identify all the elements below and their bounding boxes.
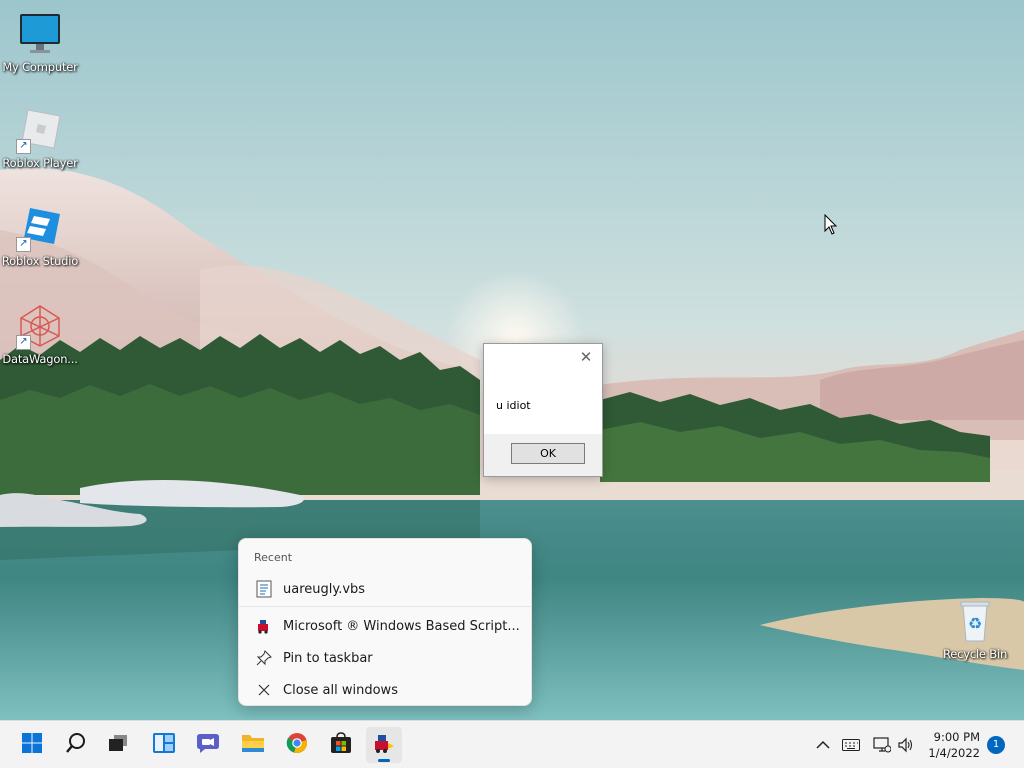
shortcut-arrow-icon: ↗ [16,335,31,350]
jump-list-item-label: Microsoft ® Windows Based Script... [283,618,520,634]
desktop-icon-my-computer[interactable]: My Computer [0,10,80,74]
file-explorer-icon [241,732,265,758]
jump-list-item-pin[interactable]: Pin to taskbar [243,643,527,673]
svg-text:♻: ♻ [968,614,982,633]
desktop-icon-label: Roblox Studio [1,254,79,268]
jump-list-item-label: Pin to taskbar [283,650,373,666]
jump-list-heading: Recent [254,551,293,564]
notification-badge[interactable]: 1 [987,736,1005,754]
desktop-icon-label: Recycle Bin [942,647,1008,661]
close-icon[interactable]: ✕ [578,349,594,365]
clock-time: 9:00 PM [933,730,980,744]
file-explorer-button[interactable] [235,727,271,763]
chrome-button[interactable] [279,727,315,763]
mouse-cursor-icon [824,213,838,240]
chrome-icon [286,732,308,758]
search-icon [65,732,87,758]
pin-icon [255,649,273,667]
network-icon[interactable] [872,735,892,755]
jump-list-item-close-all[interactable]: Close all windows [243,675,527,705]
jump-list-item-app[interactable]: Microsoft ® Windows Based Script... [243,611,527,641]
task-view-button[interactable] [100,727,136,763]
chat-button[interactable] [190,727,226,763]
keyboard-icon[interactable] [841,735,861,755]
datawagon-icon: ↗ [16,302,64,350]
roblox-studio-icon: ↗ [16,204,64,252]
jump-list-item-label: uareugly.vbs [283,581,366,597]
wscript-app-icon [255,617,273,635]
desktop-icon-roblox-player[interactable]: ↗ Roblox Player [0,106,80,170]
wscript-app-icon [372,731,396,759]
widgets-button[interactable] [146,727,182,763]
widgets-icon [152,732,176,758]
running-indicator [378,759,390,762]
desktop-icon-label: My Computer [2,60,78,74]
roblox-player-icon: ↗ [16,106,64,154]
desktop-icon-recycle-bin[interactable]: ♻ Recycle Bin [935,597,1015,661]
store-icon [330,732,352,758]
desktop-icon-datawagon[interactable]: ↗ DataWagon... [0,302,80,366]
volume-icon[interactable] [896,735,916,755]
dialog-footer: OK [484,434,602,476]
taskbar-jump-list: Recent uareugly.vbs Microsoft ® Windows … [238,538,532,706]
message-dialog: ✕ u idiot OK [483,343,603,477]
wscript-taskbar-button[interactable] [366,727,402,763]
start-button[interactable] [14,727,50,763]
close-icon [255,681,273,699]
jump-list-item-label: Close all windows [283,682,398,698]
jump-list-item-recent-file[interactable]: uareugly.vbs [243,574,527,604]
ok-button[interactable]: OK [511,443,585,464]
dialog-message: u idiot [496,399,531,412]
search-button[interactable] [58,727,94,763]
shortcut-arrow-icon: ↗ [16,237,31,252]
monitor-icon [16,10,64,58]
script-file-icon [255,580,273,598]
recycle-bin-icon: ♻ [951,597,999,645]
desktop-icon-label: DataWagon... [2,352,78,366]
chat-icon [196,732,220,758]
taskbar: 9:00 PM 1/4/2022 1 [0,720,1024,768]
shortcut-arrow-icon: ↗ [16,139,31,154]
desktop-icon-label: Roblox Player [2,156,78,170]
taskbar-clock[interactable]: 9:00 PM 1/4/2022 [928,729,980,761]
store-button[interactable] [323,727,359,763]
jump-list-divider [239,606,531,607]
start-icon [21,732,43,758]
chevron-up-icon[interactable] [813,735,833,755]
clock-date: 1/4/2022 [928,746,980,760]
desktop-icon-roblox-studio[interactable]: ↗ Roblox Studio [0,204,80,268]
task-view-icon [107,732,129,758]
